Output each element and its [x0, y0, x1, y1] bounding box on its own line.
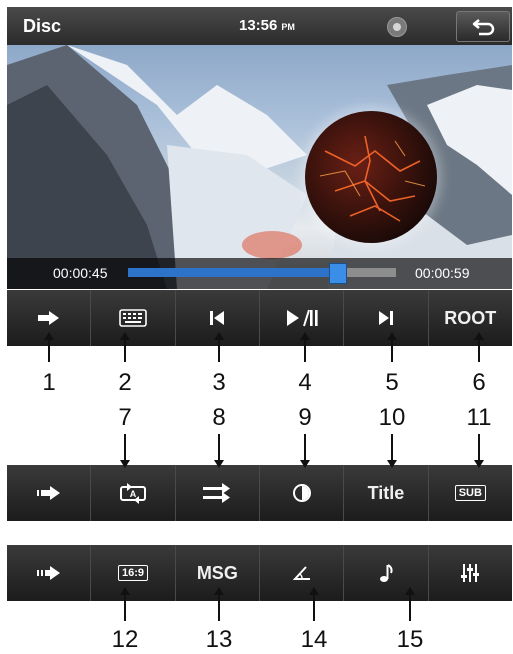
previous-track-icon: [210, 311, 225, 325]
next-page-button-3[interactable]: [7, 545, 92, 601]
arrow-right-icon: [37, 311, 59, 325]
leader-line-4: [300, 332, 310, 362]
leader-line-8: [214, 434, 224, 468]
leader-line-6: [474, 332, 484, 362]
leader-line-11: [474, 434, 484, 468]
status-bar: Disc 13:56 PM: [7, 7, 512, 45]
angle-icon: [292, 566, 310, 580]
clock-time: 13:56: [239, 17, 278, 34]
seek-thumb[interactable]: [329, 263, 348, 284]
leader-line-15: [405, 587, 415, 621]
disc-icon: [387, 17, 407, 37]
music-note-icon: [379, 564, 393, 582]
total-time: 00:00:59: [415, 265, 470, 281]
clock: 13:56 PM: [239, 17, 295, 34]
leader-line-13: [214, 587, 224, 621]
triple-arrow-right-icon: [36, 566, 60, 580]
callout-14: 14: [300, 626, 328, 653]
repeat-a-button[interactable]: A: [91, 465, 176, 521]
subtitle-button[interactable]: SUB: [429, 465, 512, 521]
toolbar-main: ROOT: [7, 290, 512, 346]
seek-bar-fill: [128, 268, 338, 277]
callout-15: 15: [396, 626, 424, 653]
play-pause-icon: [286, 309, 318, 327]
callout-8: 8: [212, 404, 226, 431]
next-track-icon: [378, 311, 393, 325]
aspect-ratio-button[interactable]: 16:9: [91, 545, 176, 601]
clock-ampm: PM: [281, 22, 295, 32]
callout-10: 10: [378, 404, 406, 431]
angle-button[interactable]: [260, 545, 345, 601]
contrast-icon: [292, 484, 311, 502]
callout-13: 13: [205, 626, 233, 653]
double-arrow-right-icon: [36, 486, 60, 500]
callout-9: 9: [298, 404, 312, 431]
video-display[interactable]: [7, 45, 512, 289]
repeat-a-icon: A: [119, 483, 146, 504]
callout-2: 2: [118, 369, 132, 396]
next-page-button-2[interactable]: [7, 465, 92, 521]
callout-12: 12: [111, 626, 139, 653]
callout-11: 11: [466, 404, 492, 431]
shuffle-button[interactable]: [176, 465, 260, 521]
back-arrow-icon: [472, 19, 495, 36]
root-button[interactable]: ROOT: [429, 290, 512, 346]
planet-image: [305, 111, 437, 243]
equalizer-icon: [461, 564, 480, 582]
title-button[interactable]: Title: [344, 465, 429, 521]
toolbar-secondary: A Title SUB: [7, 465, 512, 521]
leader-line-12: [120, 587, 130, 621]
progress-area: 00:00:45 00:00:59: [7, 258, 512, 289]
planet-cracks: [319, 135, 426, 222]
leader-line-5: [387, 332, 397, 362]
toolbar-tertiary: 16:9 MSG: [7, 545, 512, 601]
audio-button[interactable]: [344, 545, 429, 601]
contrast-button[interactable]: [260, 465, 345, 521]
keyboard-button[interactable]: [91, 290, 176, 346]
subtitle-label: SUB: [454, 485, 486, 501]
shuffle-icon: [203, 483, 231, 503]
leader-line-9: [300, 434, 310, 468]
keyboard-icon: [119, 309, 147, 327]
callout-6: 6: [472, 369, 486, 396]
elapsed-time: 00:00:45: [53, 265, 108, 281]
back-button[interactable]: [456, 11, 510, 42]
leader-line-10: [387, 434, 397, 468]
seek-bar[interactable]: [128, 263, 396, 284]
source-label: Disc: [23, 16, 62, 36]
callout-7: 7: [118, 404, 132, 431]
leader-line-7: [120, 434, 130, 468]
leader-line-3: [214, 332, 224, 362]
callout-5: 5: [385, 369, 399, 396]
leader-line-2: [120, 332, 130, 362]
equalizer-button[interactable]: [429, 545, 512, 601]
repeat-badge: A: [130, 489, 137, 499]
leader-line-1: [44, 332, 54, 362]
callout-3: 3: [212, 369, 226, 396]
callout-4: 4: [298, 369, 312, 396]
leader-line-14: [309, 587, 319, 621]
aspect-ratio-label: 16:9: [117, 565, 148, 581]
callout-1: 1: [42, 369, 56, 396]
